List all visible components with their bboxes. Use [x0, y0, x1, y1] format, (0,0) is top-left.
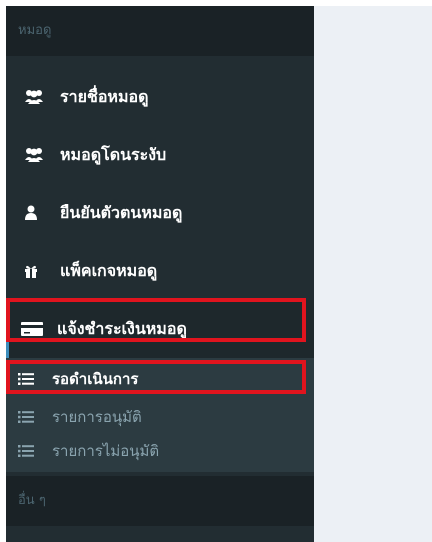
content-area: [314, 6, 432, 542]
sidebar-item-payment-notice[interactable]: แจ้งชำระเงินหมอดู: [6, 300, 314, 358]
users-icon: [24, 88, 46, 106]
sidebar-item-doctor-list[interactable]: รายชื่อหมอดู: [6, 68, 314, 126]
submenu-item-label: รายการอนุมัติ: [52, 408, 142, 426]
submenu-item-label: รายการไม่อนุมัติ: [52, 442, 160, 460]
credit-card-icon: [21, 320, 43, 338]
sidebar-item-packages[interactable]: แพ็คเกจหมอดู: [6, 242, 314, 300]
section-header-doctors: หมอดู: [6, 6, 314, 56]
submenu-item-approved[interactable]: รายการอนุมัติ: [6, 402, 314, 432]
sidebar-item-verify-identity[interactable]: ยืนยันตัวตนหมอดู: [6, 184, 314, 242]
user-icon: [24, 204, 46, 222]
sidebar-item-label: ยืนยันตัวตนหมอดู: [60, 202, 183, 222]
submenu-payment: รอดำเนินการ รายการอนุมัติ รายการไม่อนุมั…: [6, 358, 314, 472]
sidebar-item-label: รายชื่อหมอดู: [60, 86, 149, 106]
section-header-label: อื่น ๆ: [18, 493, 46, 508]
section-header-other: อื่น ๆ: [6, 476, 314, 526]
section-header-label: หมอดู: [18, 23, 52, 38]
sidebar-item-suspended-doctors[interactable]: หมอดูโดนระงับ: [6, 126, 314, 184]
list-icon: [18, 372, 38, 386]
submenu-item-pending[interactable]: รอดำเนินการ: [6, 364, 314, 394]
sidebar-item-label: แจ้งชำระเงินหมอดู: [57, 318, 187, 338]
users-icon: [24, 146, 46, 164]
submenu-item-label: รอดำเนินการ: [52, 370, 139, 388]
gift-icon: [24, 262, 46, 280]
screen: หมอดู รายชื่อหมอดู หมอดูโดนระงับ ยืนยันต…: [6, 6, 432, 542]
sidebar-item-label: หมอดูโดนระงับ: [60, 144, 167, 164]
sidebar: หมอดู รายชื่อหมอดู หมอดูโดนระงับ ยืนยันต…: [6, 6, 314, 542]
list-icon: [18, 410, 38, 424]
list-icon: [18, 444, 38, 458]
submenu-item-rejected[interactable]: รายการไม่อนุมัติ: [6, 436, 314, 466]
sidebar-item-label: แพ็คเกจหมอดู: [60, 260, 158, 280]
